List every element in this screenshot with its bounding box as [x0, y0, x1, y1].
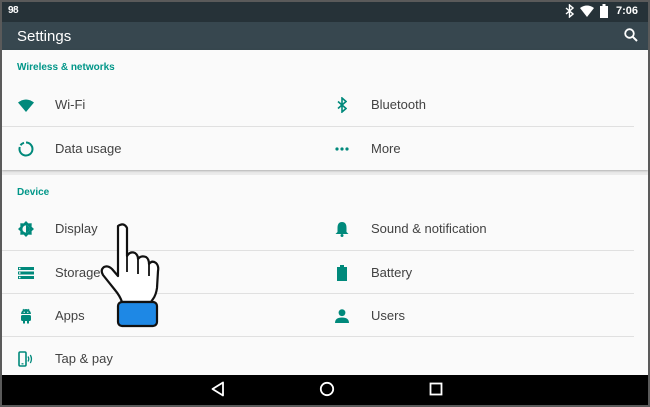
screen-frame: 98 7:06 Settings Wireless & networks Wi-…	[0, 0, 650, 407]
setting-label: Storage	[55, 265, 101, 280]
setting-label: Apps	[55, 308, 85, 323]
setting-label: Data usage	[55, 141, 122, 156]
setting-label: More	[371, 141, 401, 156]
bluetooth-icon	[565, 4, 574, 18]
setting-label: Wi-Fi	[55, 97, 86, 112]
setting-data-usage[interactable]: Data usage	[2, 127, 318, 169]
setting-more[interactable]: More	[318, 127, 634, 169]
storage-icon	[17, 264, 35, 282]
tap-pay-icon	[17, 350, 35, 368]
wifi-icon	[17, 96, 35, 114]
bell-icon	[333, 220, 351, 238]
back-icon[interactable]	[211, 381, 225, 397]
setting-label: Users	[371, 308, 405, 323]
setting-users[interactable]: Users	[318, 294, 634, 336]
setting-wifi[interactable]: Wi-Fi	[2, 83, 318, 125]
battery-icon	[599, 4, 608, 18]
setting-label: Display	[55, 221, 98, 236]
android-icon	[17, 307, 35, 325]
battery-icon	[333, 264, 351, 282]
setting-tap-pay[interactable]: Tap & pay	[2, 337, 318, 379]
home-icon[interactable]	[319, 381, 335, 397]
wifi-icon	[579, 5, 594, 17]
status-icons: 7:06	[565, 4, 638, 18]
divider	[318, 336, 634, 337]
section-title: Device	[17, 187, 50, 198]
navigation-bar	[2, 375, 648, 405]
status-bar: 98 7:06	[2, 2, 648, 22]
setting-label: Battery	[371, 265, 413, 280]
search-icon[interactable]	[624, 28, 638, 42]
section-wireless-networks: Wireless & networks Wi-Fi Bluetooth Data…	[2, 50, 648, 170]
setting-battery[interactable]: Battery	[318, 251, 634, 293]
status-time: 7:06	[615, 5, 638, 17]
app-bar: Settings	[2, 22, 648, 50]
setting-bluetooth[interactable]: Bluetooth	[318, 83, 634, 125]
more-icon	[333, 140, 351, 158]
user-icon	[333, 307, 351, 325]
recents-icon[interactable]	[429, 381, 443, 397]
bluetooth-icon	[333, 96, 351, 114]
display-icon	[17, 220, 35, 238]
setting-label: Tap & pay	[55, 351, 113, 366]
section-title: Wireless & networks	[17, 62, 115, 73]
setting-label: Sound & notification	[371, 221, 487, 236]
pointer-hand-icon	[100, 223, 160, 328]
setting-label: Bluetooth	[371, 97, 426, 112]
notification-badge: 98	[8, 5, 19, 16]
setting-sound-notification[interactable]: Sound & notification	[318, 207, 634, 249]
data-usage-icon	[17, 140, 35, 158]
page-title: Settings	[17, 28, 72, 45]
